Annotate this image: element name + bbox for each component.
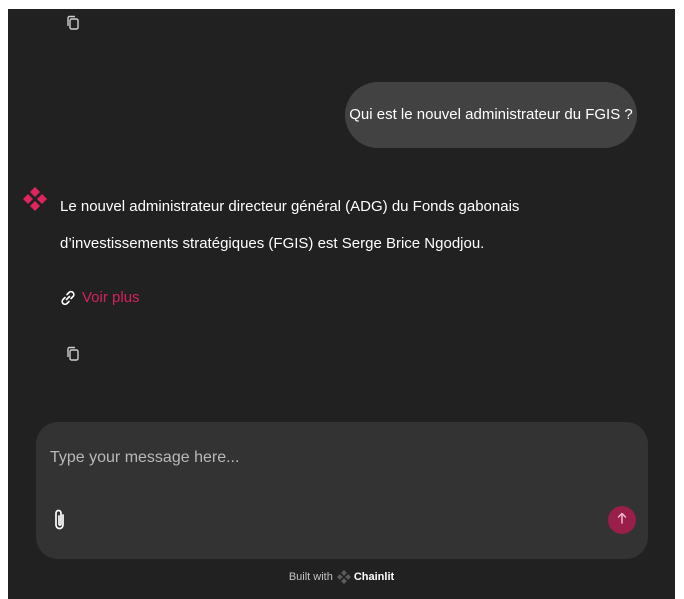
chainlit-logo-icon [23, 187, 47, 211]
voir-plus-label: Voir plus [82, 289, 140, 306]
copy-icon[interactable] [66, 346, 80, 362]
message-composer: Type your message here... [36, 422, 648, 559]
chainlit-logo-icon [336, 570, 351, 584]
chainlit-brand[interactable]: Chainlit [354, 571, 394, 583]
user-message-text: Qui est le nouvel administrateur du FGIS… [349, 106, 633, 123]
send-button[interactable] [608, 506, 636, 534]
message-input[interactable]: Type your message here... [50, 448, 610, 468]
arrow-up-icon [617, 511, 627, 529]
link-icon [60, 290, 76, 306]
user-message-bubble: Qui est le nouvel administrateur du FGIS… [345, 82, 637, 148]
built-with-text: Built with [288, 571, 333, 583]
voir-plus-link[interactable]: Voir plus [60, 289, 140, 306]
chat-window: Qui est le nouvel administrateur du FGIS… [8, 9, 675, 599]
copy-icon[interactable] [66, 15, 80, 31]
footer: Built with Chainlit [8, 570, 675, 584]
paperclip-icon[interactable] [53, 508, 67, 532]
assistant-message-text: Le nouvel administrateur directeur génér… [60, 198, 520, 252]
